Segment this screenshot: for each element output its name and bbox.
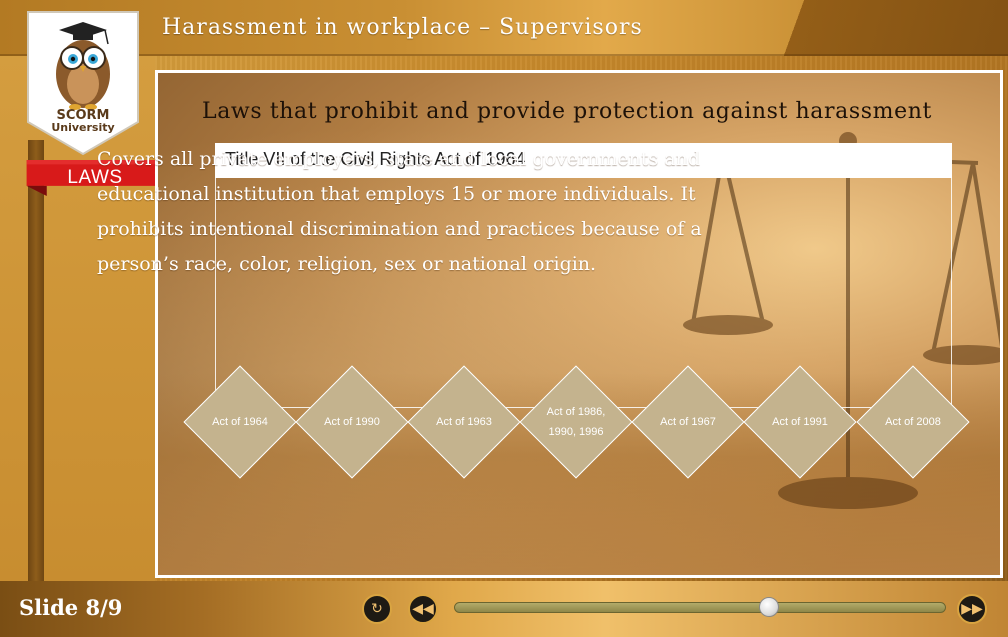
rewind-icon: ◀◀ bbox=[412, 601, 434, 617]
previous-slide-button[interactable]: ◀◀ bbox=[408, 594, 438, 624]
replay-icon: ↻ bbox=[371, 601, 383, 617]
replay-button[interactable]: ↻ bbox=[362, 594, 392, 624]
banner-pole bbox=[28, 140, 44, 585]
slide-heading: Laws that prohibit and provide protectio… bbox=[202, 99, 932, 124]
progress-slider[interactable] bbox=[454, 602, 946, 613]
progress-slider-handle[interactable] bbox=[758, 597, 779, 617]
course-title: Harassment in workplace – Supervisors bbox=[162, 15, 643, 40]
slide-counter: Slide 8/9 bbox=[19, 595, 123, 620]
title-bar-shade bbox=[708, 0, 1008, 56]
next-slide-button[interactable]: ▶▶ bbox=[957, 594, 987, 624]
logo: SCORM University bbox=[26, 10, 140, 156]
fast-forward-icon: ▶▶ bbox=[961, 601, 983, 617]
logo-line-2: University bbox=[51, 121, 115, 134]
logo-text: SCORM University bbox=[26, 109, 140, 134]
logo-shield bbox=[27, 11, 139, 156]
act-description: Covers all private employers, state and … bbox=[97, 148, 702, 275]
